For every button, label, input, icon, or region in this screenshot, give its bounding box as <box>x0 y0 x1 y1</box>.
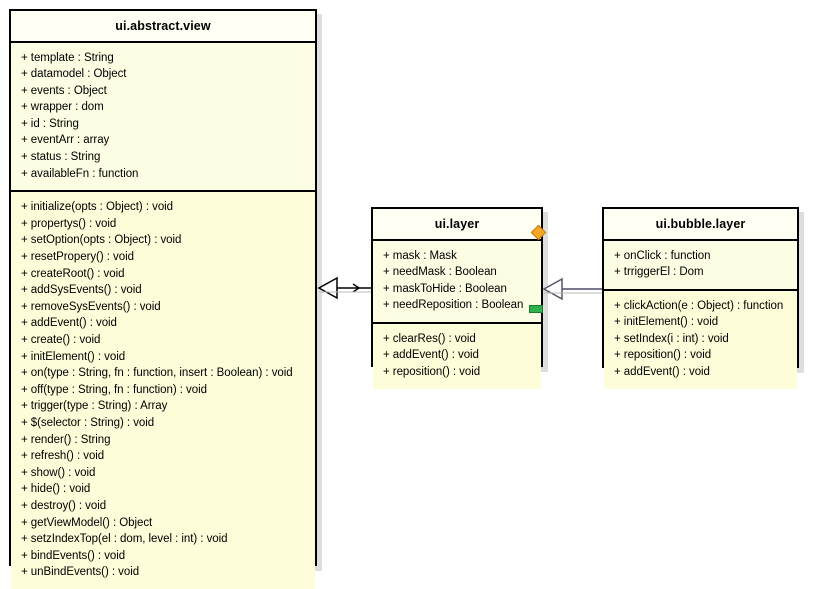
method-row: + getViewModel() : Object <box>21 516 153 529</box>
attribute-row: + mask : Mask <box>383 249 457 262</box>
attribute-row: + status : String <box>21 151 101 164</box>
attribute-row: + needMask : Boolean <box>383 266 497 279</box>
method-row: + render() : String <box>21 433 111 446</box>
attribute-row: + id : String <box>21 117 79 130</box>
method-row: + reposition() : void <box>614 349 712 362</box>
class-box-bubble-layer[interactable]: ui.bubble.layer + onClick : function + t… <box>602 207 799 389</box>
method-row: + initElement() : void <box>21 350 126 363</box>
method-row: + bindEvents() : void <box>21 549 126 562</box>
method-row: + setIndex(i : int) : void <box>614 332 729 345</box>
class-title-abstract-view: ui.abstract.view <box>11 11 315 43</box>
generalization-layer-to-abstract-view[interactable] <box>317 276 371 300</box>
method-row: + on(type : String, fn : function, inser… <box>21 367 293 380</box>
class-methods-bubble-layer: + clickAction(e : Object) : function + i… <box>604 288 797 389</box>
method-row: + propertys() : void <box>21 217 117 230</box>
class-box-layer[interactable]: ui.layer + mask : Mask + needMask : Bool… <box>371 207 543 389</box>
attribute-row: + trriggerEl : Dom <box>614 266 704 279</box>
class-box-abstract-view[interactable]: ui.abstract.view + template : String + d… <box>9 9 317 589</box>
attribute-row: + needReposition : Boolean <box>383 299 524 312</box>
method-row: + $(selector : String) : void <box>21 416 155 429</box>
attribute-row: + events : Object <box>21 84 107 97</box>
method-row: + trigger(type : String) : Array <box>21 400 168 413</box>
method-row: + off(type : String, fn : function) : vo… <box>21 383 207 396</box>
method-row: + unBindEvents() : void <box>21 566 140 579</box>
method-row: + resetPropery() : void <box>21 251 134 264</box>
generalization-bubble-layer-to-layer[interactable] <box>542 277 602 301</box>
class-attributes-abstract-view: + template : String + datamodel : Object… <box>11 42 315 191</box>
attribute-row: + availableFn : function <box>21 167 139 180</box>
method-row: + initElement() : void <box>614 316 719 329</box>
method-row: + initialize(opts : Object) : void <box>21 201 174 214</box>
method-row: + show() : void <box>21 466 96 479</box>
class-title-bubble-layer: ui.bubble.layer <box>604 209 797 241</box>
method-row: + destroy() : void <box>21 499 107 512</box>
class-attributes-bubble-layer: + onClick : function + trriggerEl : Dom <box>604 240 797 289</box>
method-row: + createRoot() : void <box>21 267 125 280</box>
method-row: + removeSysEvents() : void <box>21 300 161 313</box>
attribute-row: + wrapper : dom <box>21 101 104 114</box>
method-row: + clearRes() : void <box>383 332 476 345</box>
method-row: + addEvent() : void <box>614 366 710 379</box>
attribute-row: + template : String <box>21 51 114 64</box>
method-row: + clickAction(e : Object) : function <box>614 299 784 312</box>
class-methods-layer: + clearRes() : void + addEvent() : void … <box>373 321 541 389</box>
attribute-row: + eventArr : array <box>21 134 110 147</box>
attribute-row: + onClick : function <box>614 249 711 262</box>
method-row: + addEvent() : void <box>383 349 479 362</box>
method-row: + setzIndexTop(el : dom, level : int) : … <box>21 533 228 546</box>
method-row: + reposition() : void <box>383 366 481 379</box>
method-row: + addEvent() : void <box>21 317 117 330</box>
method-row: + create() : void <box>21 334 101 346</box>
class-title-layer: ui.layer <box>373 209 541 241</box>
resize-handle-icon[interactable] <box>529 305 543 313</box>
class-methods-abstract-view: + initialize(opts : Object) : void + pro… <box>11 190 315 589</box>
method-row: + addSysEvents() : void <box>21 284 142 297</box>
diagram-canvas: ui.abstract.view + template : String + d… <box>0 0 822 589</box>
class-attributes-layer: + mask : Mask + needMask : Boolean + mas… <box>373 240 541 322</box>
method-row: + refresh() : void <box>21 450 105 463</box>
attribute-row: + maskToHide : Boolean <box>383 282 507 295</box>
attribute-row: + datamodel : Object <box>21 68 127 81</box>
method-row: + hide() : void <box>21 483 91 496</box>
method-row: + setOption(opts : Object) : void <box>21 234 182 247</box>
